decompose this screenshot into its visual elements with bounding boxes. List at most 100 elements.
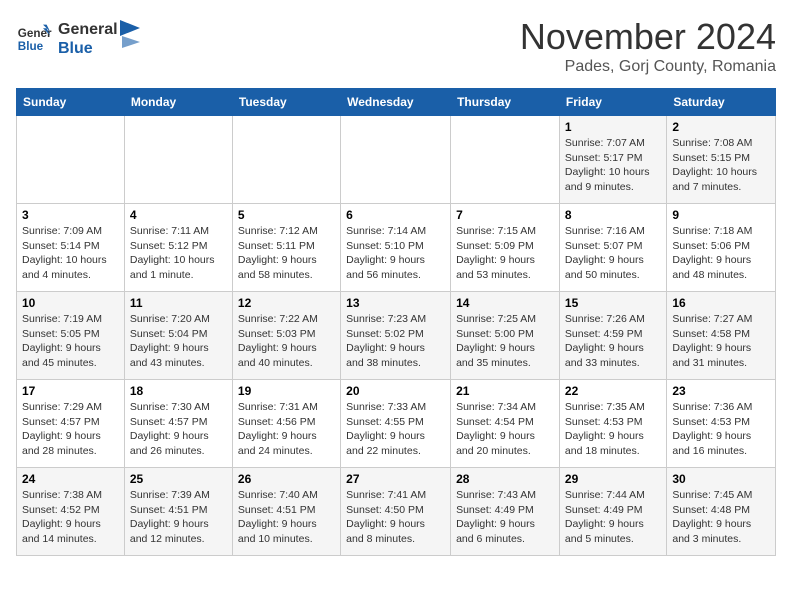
day-cell: 10Sunrise: 7:19 AM Sunset: 5:05 PM Dayli… bbox=[17, 292, 125, 380]
day-cell: 13 Sunrise: 7:23 AM Sunset: 5:02 PM Dayli… bbox=[341, 292, 451, 380]
day-cell: 17 Sunrise: 7:29 AM Sunset: 4:57 PM Dayli… bbox=[17, 380, 125, 468]
day-cell: 5 Sunrise: 7:12 AM Sunset: 5:11 PM Daylig… bbox=[232, 204, 340, 292]
day-number: 20 bbox=[346, 384, 445, 398]
day-number: 16 bbox=[672, 296, 770, 310]
day-cell: 1 Sunrise: 7:07 AM Sunset: 5:17 PM Daylig… bbox=[559, 116, 666, 204]
day-number: 12 bbox=[238, 296, 335, 310]
day-number: 3 bbox=[22, 208, 119, 222]
day-cell: 25 Sunrise: 7:39 AM Sunset: 4:51 PM Dayli… bbox=[124, 468, 232, 556]
logo-blue-text: Blue bbox=[58, 39, 118, 58]
header-cell-saturday: Saturday bbox=[667, 89, 776, 116]
day-number: 9 bbox=[672, 208, 770, 222]
calendar-header: SundayMondayTuesdayWednesdayThursdayFrid… bbox=[17, 89, 776, 116]
day-number: 4 bbox=[130, 208, 227, 222]
logo: General Blue General Blue bbox=[16, 20, 142, 58]
day-info: Sunrise: 7:44 AM Sunset: 4:49 PM Dayligh… bbox=[565, 488, 661, 547]
title-block: November 2024 Pades, Gorj County, Romani… bbox=[520, 16, 776, 76]
day-cell: 22 Sunrise: 7:35 AM Sunset: 4:53 PM Dayli… bbox=[559, 380, 666, 468]
day-info: Sunrise: 7:23 AM Sunset: 5:02 PM Dayligh… bbox=[346, 312, 445, 371]
day-info: Sunrise: 7:07 AM Sunset: 5:17 PM Dayligh… bbox=[565, 136, 661, 195]
day-info: Sunrise: 7:25 AM Sunset: 5:00 PM Dayligh… bbox=[456, 312, 554, 371]
day-number: 21 bbox=[456, 384, 554, 398]
day-number: 8 bbox=[565, 208, 661, 222]
calendar-table: SundayMondayTuesdayWednesdayThursdayFrid… bbox=[16, 88, 776, 556]
day-cell bbox=[451, 116, 560, 204]
day-cell: 7Sunrise: 7:15 AM Sunset: 5:09 PM Daylig… bbox=[451, 204, 560, 292]
day-cell: 14 Sunrise: 7:25 AM Sunset: 5:00 PM Dayli… bbox=[451, 292, 560, 380]
day-number: 11 bbox=[130, 296, 227, 310]
day-info: Sunrise: 7:12 AM Sunset: 5:11 PM Dayligh… bbox=[238, 224, 335, 283]
week-row-4: 17 Sunrise: 7:29 AM Sunset: 4:57 PM Dayli… bbox=[17, 380, 776, 468]
day-number: 27 bbox=[346, 472, 445, 486]
day-number: 24 bbox=[22, 472, 119, 486]
day-number: 2 bbox=[672, 120, 770, 134]
day-number: 28 bbox=[456, 472, 554, 486]
logo-flag-icon bbox=[120, 20, 142, 48]
day-info: Sunrise: 7:29 AM Sunset: 4:57 PM Dayligh… bbox=[22, 400, 119, 459]
day-cell bbox=[232, 116, 340, 204]
day-cell: 9 Sunrise: 7:18 AM Sunset: 5:06 PM Daylig… bbox=[667, 204, 776, 292]
header-cell-friday: Friday bbox=[559, 89, 666, 116]
month-title: November 2024 bbox=[520, 16, 776, 58]
day-cell: 8 Sunrise: 7:16 AM Sunset: 5:07 PM Daylig… bbox=[559, 204, 666, 292]
day-info: Sunrise: 7:36 AM Sunset: 4:53 PM Dayligh… bbox=[672, 400, 770, 459]
day-info: Sunrise: 7:41 AM Sunset: 4:50 PM Dayligh… bbox=[346, 488, 445, 547]
day-number: 5 bbox=[238, 208, 335, 222]
calendar-body: 1 Sunrise: 7:07 AM Sunset: 5:17 PM Daylig… bbox=[17, 116, 776, 556]
day-cell: 11 Sunrise: 7:20 AM Sunset: 5:04 PM Dayli… bbox=[124, 292, 232, 380]
day-number: 13 bbox=[346, 296, 445, 310]
day-info: Sunrise: 7:18 AM Sunset: 5:06 PM Dayligh… bbox=[672, 224, 770, 283]
day-info: Sunrise: 7:22 AM Sunset: 5:03 PM Dayligh… bbox=[238, 312, 335, 371]
day-cell: 6 Sunrise: 7:14 AM Sunset: 5:10 PM Daylig… bbox=[341, 204, 451, 292]
day-number: 17 bbox=[22, 384, 119, 398]
day-info: Sunrise: 7:15 AM Sunset: 5:09 PM Dayligh… bbox=[456, 224, 554, 283]
day-info: Sunrise: 7:31 AM Sunset: 4:56 PM Dayligh… bbox=[238, 400, 335, 459]
day-cell: 29 Sunrise: 7:44 AM Sunset: 4:49 PM Dayli… bbox=[559, 468, 666, 556]
day-cell: 27 Sunrise: 7:41 AM Sunset: 4:50 PM Dayli… bbox=[341, 468, 451, 556]
day-cell bbox=[341, 116, 451, 204]
logo-icon: General Blue bbox=[16, 21, 52, 57]
day-info: Sunrise: 7:34 AM Sunset: 4:54 PM Dayligh… bbox=[456, 400, 554, 459]
day-cell: 28Sunrise: 7:43 AM Sunset: 4:49 PM Dayli… bbox=[451, 468, 560, 556]
day-number: 1 bbox=[565, 120, 661, 134]
day-cell: 20Sunrise: 7:33 AM Sunset: 4:55 PM Dayli… bbox=[341, 380, 451, 468]
day-number: 25 bbox=[130, 472, 227, 486]
day-info: Sunrise: 7:20 AM Sunset: 5:04 PM Dayligh… bbox=[130, 312, 227, 371]
day-info: Sunrise: 7:14 AM Sunset: 5:10 PM Dayligh… bbox=[346, 224, 445, 283]
day-number: 23 bbox=[672, 384, 770, 398]
day-info: Sunrise: 7:38 AM Sunset: 4:52 PM Dayligh… bbox=[22, 488, 119, 547]
day-info: Sunrise: 7:27 AM Sunset: 4:58 PM Dayligh… bbox=[672, 312, 770, 371]
day-number: 29 bbox=[565, 472, 661, 486]
day-info: Sunrise: 7:40 AM Sunset: 4:51 PM Dayligh… bbox=[238, 488, 335, 547]
day-number: 10 bbox=[22, 296, 119, 310]
day-info: Sunrise: 7:35 AM Sunset: 4:53 PM Dayligh… bbox=[565, 400, 661, 459]
week-row-1: 1 Sunrise: 7:07 AM Sunset: 5:17 PM Daylig… bbox=[17, 116, 776, 204]
day-cell: 15Sunrise: 7:26 AM Sunset: 4:59 PM Dayli… bbox=[559, 292, 666, 380]
day-number: 19 bbox=[238, 384, 335, 398]
header-cell-wednesday: Wednesday bbox=[341, 89, 451, 116]
day-cell: 30Sunrise: 7:45 AM Sunset: 4:48 PM Dayli… bbox=[667, 468, 776, 556]
day-info: Sunrise: 7:26 AM Sunset: 4:59 PM Dayligh… bbox=[565, 312, 661, 371]
location-subtitle: Pades, Gorj County, Romania bbox=[520, 58, 776, 76]
header-cell-sunday: Sunday bbox=[17, 89, 125, 116]
day-number: 22 bbox=[565, 384, 661, 398]
day-info: Sunrise: 7:09 AM Sunset: 5:14 PM Dayligh… bbox=[22, 224, 119, 283]
week-row-2: 3 Sunrise: 7:09 AM Sunset: 5:14 PM Daylig… bbox=[17, 204, 776, 292]
day-info: Sunrise: 7:39 AM Sunset: 4:51 PM Dayligh… bbox=[130, 488, 227, 547]
day-cell: 3 Sunrise: 7:09 AM Sunset: 5:14 PM Daylig… bbox=[17, 204, 125, 292]
day-number: 14 bbox=[456, 296, 554, 310]
day-info: Sunrise: 7:16 AM Sunset: 5:07 PM Dayligh… bbox=[565, 224, 661, 283]
svg-text:Blue: Blue bbox=[18, 40, 44, 53]
week-row-3: 10Sunrise: 7:19 AM Sunset: 5:05 PM Dayli… bbox=[17, 292, 776, 380]
header-cell-thursday: Thursday bbox=[451, 89, 560, 116]
day-number: 30 bbox=[672, 472, 770, 486]
day-cell: 26Sunrise: 7:40 AM Sunset: 4:51 PM Dayli… bbox=[232, 468, 340, 556]
day-cell: 12 Sunrise: 7:22 AM Sunset: 5:03 PM Dayli… bbox=[232, 292, 340, 380]
day-info: Sunrise: 7:08 AM Sunset: 5:15 PM Dayligh… bbox=[672, 136, 770, 195]
day-cell: 4Sunrise: 7:11 AM Sunset: 5:12 PM Daylig… bbox=[124, 204, 232, 292]
day-number: 6 bbox=[346, 208, 445, 222]
day-cell: 24 Sunrise: 7:38 AM Sunset: 4:52 PM Dayli… bbox=[17, 468, 125, 556]
header-cell-monday: Monday bbox=[124, 89, 232, 116]
header-cell-tuesday: Tuesday bbox=[232, 89, 340, 116]
week-row-5: 24 Sunrise: 7:38 AM Sunset: 4:52 PM Dayli… bbox=[17, 468, 776, 556]
